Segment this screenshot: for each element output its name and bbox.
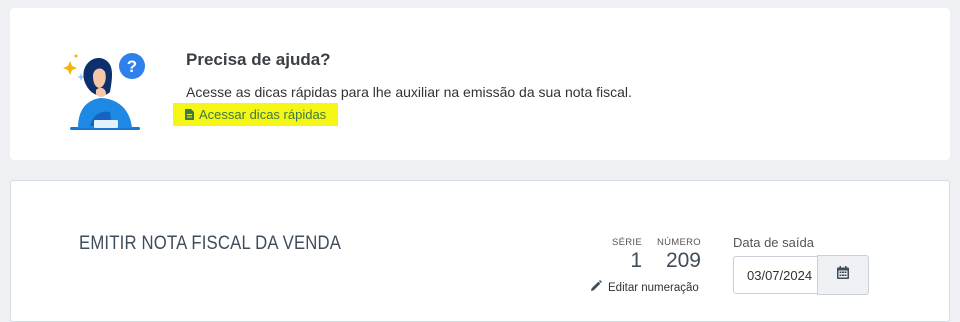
page-title: EMITIR NOTA FISCAL DA VENDA — [79, 233, 342, 254]
emit-invoice-card: EMITIR NOTA FISCAL DA VENDA SÉRIE 1 NÚME… — [10, 180, 950, 322]
date-label: Data de saída — [733, 235, 814, 250]
numero-label: NÚMERO — [656, 237, 701, 248]
serie-value: 1 — [630, 249, 642, 272]
calendar-icon — [837, 266, 849, 284]
quick-tips-link[interactable]: Acessar dicas rápidas — [173, 103, 339, 126]
help-description: Acesse as dicas rápidas para lhe auxilia… — [186, 84, 632, 100]
help-title: Precisa de ajuda? — [186, 50, 331, 69]
departure-date-input[interactable] — [733, 256, 817, 294]
question-person-illustration: ? — [60, 46, 152, 138]
numero-block: NÚMERO 209 — [653, 237, 701, 273]
numero-value: 209 — [665, 249, 701, 272]
serie-block: SÉRIE 1 — [607, 237, 642, 273]
edit-numbering-label: Editar numeração — [608, 281, 699, 294]
calendar-button[interactable] — [817, 255, 869, 295]
quick-tips-link-label: Acessar dicas rápidas — [199, 107, 327, 122]
edit-numbering-link[interactable]: Editar numeração — [590, 280, 699, 295]
help-card: ? Precisa de ajuda? Acesse as dicas rápi… — [10, 8, 950, 160]
document-icon — [185, 109, 194, 120]
pencil-icon — [590, 280, 602, 295]
svg-text:?: ? — [127, 57, 137, 76]
serie-label: SÉRIE — [611, 237, 642, 248]
date-picker — [733, 255, 869, 295]
